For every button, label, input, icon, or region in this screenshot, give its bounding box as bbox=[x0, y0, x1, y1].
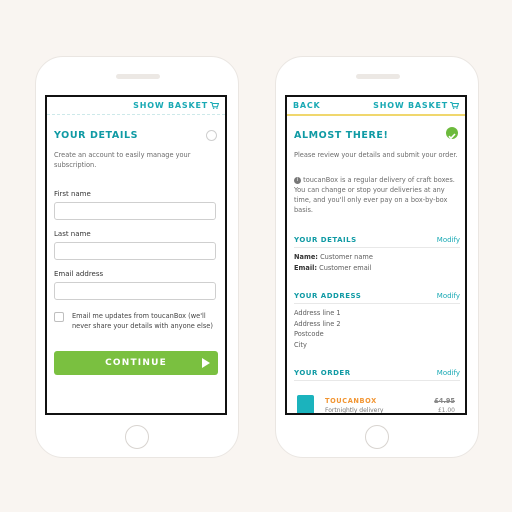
page-title: ALMOST THERE! bbox=[294, 130, 389, 141]
page-subtitle: Create an account to easily manage your … bbox=[54, 151, 191, 169]
home-button bbox=[125, 425, 149, 449]
check-circle-icon bbox=[446, 127, 458, 140]
order-section-header: YOUR ORDER Modify bbox=[294, 369, 460, 381]
address-line: Address line 1 bbox=[294, 309, 341, 317]
address-lines: Address line 1 Address line 2 Postcode C… bbox=[294, 308, 341, 350]
cart-icon bbox=[210, 102, 219, 109]
email-opt-in-label: Email me updates from toucanBox (we'll n… bbox=[72, 312, 213, 330]
phone-speaker bbox=[356, 74, 400, 79]
play-icon bbox=[202, 358, 210, 368]
order-heading: YOUR ORDER bbox=[294, 369, 351, 377]
page-title: YOUR DETAILS bbox=[54, 130, 139, 141]
first-name-field[interactable] bbox=[54, 202, 216, 220]
show-basket-link[interactable]: SHOW BASKET bbox=[373, 101, 459, 110]
address-line: Address line 2 bbox=[294, 319, 341, 328]
subscription-info: i toucanBox is a regular delivery of cra… bbox=[294, 175, 462, 215]
name-value: Customer name bbox=[320, 253, 373, 261]
order-item-name: TOUCANBOX bbox=[325, 397, 377, 405]
order-item-new-price: £1.00 bbox=[437, 407, 455, 414]
toucanbox-product-icon bbox=[297, 395, 314, 413]
review-instructions: Please review your details and submit yo… bbox=[294, 151, 458, 159]
home-button bbox=[365, 425, 389, 449]
modify-order-link[interactable]: Modify bbox=[437, 369, 460, 377]
show-basket-link[interactable]: SHOW BASKET bbox=[133, 101, 219, 110]
back-link[interactable]: BACK bbox=[293, 101, 321, 110]
first-name-label: First name bbox=[54, 190, 91, 198]
phone-frame-right: BACK SHOW BASKET ALMOST THERE! Please re… bbox=[275, 56, 479, 458]
show-basket-label: SHOW BASKET bbox=[373, 101, 448, 110]
step-status-icon bbox=[206, 130, 217, 141]
cart-icon bbox=[450, 102, 459, 109]
name-label: Name: bbox=[294, 253, 318, 261]
order-item-frequency: Fortnightly delivery bbox=[325, 407, 384, 414]
top-bar: SHOW BASKET bbox=[47, 97, 225, 115]
top-bar: BACK SHOW BASKET bbox=[287, 97, 465, 116]
address-line: Postcode bbox=[294, 330, 324, 338]
modify-address-link[interactable]: Modify bbox=[437, 292, 460, 300]
show-basket-label: SHOW BASKET bbox=[133, 101, 208, 110]
email-field[interactable] bbox=[54, 282, 216, 300]
phone-speaker bbox=[116, 74, 160, 79]
continue-label: CONTINUE bbox=[105, 358, 167, 368]
review-screen: BACK SHOW BASKET ALMOST THERE! Please re… bbox=[285, 95, 467, 415]
last-name-label: Last name bbox=[54, 230, 91, 238]
address-line: City bbox=[294, 340, 307, 349]
order-item-old-price: £4.95 bbox=[434, 397, 455, 405]
continue-button[interactable]: CONTINUE bbox=[54, 351, 218, 375]
subscription-info-text: toucanBox is a regular delivery of craft… bbox=[294, 176, 455, 214]
email-label: Email: bbox=[294, 263, 317, 272]
modify-details-link[interactable]: Modify bbox=[437, 236, 460, 244]
last-name-field[interactable] bbox=[54, 242, 216, 260]
address-heading: YOUR ADDRESS bbox=[294, 292, 362, 300]
email-opt-in-checkbox[interactable] bbox=[54, 312, 64, 322]
phone-frame-left: SHOW BASKET YOUR DETAILS Create an accou… bbox=[35, 56, 239, 458]
details-values: Name: Customer name Email: Customer emai… bbox=[294, 252, 373, 273]
email-label: Email address bbox=[54, 270, 104, 278]
details-section-header: YOUR DETAILS Modify bbox=[294, 236, 460, 248]
details-heading: YOUR DETAILS bbox=[294, 236, 357, 244]
address-section-header: YOUR ADDRESS Modify bbox=[294, 292, 460, 304]
details-screen: SHOW BASKET YOUR DETAILS Create an accou… bbox=[45, 95, 227, 415]
info-icon: i bbox=[294, 176, 301, 184]
email-value: Customer email bbox=[319, 263, 372, 272]
